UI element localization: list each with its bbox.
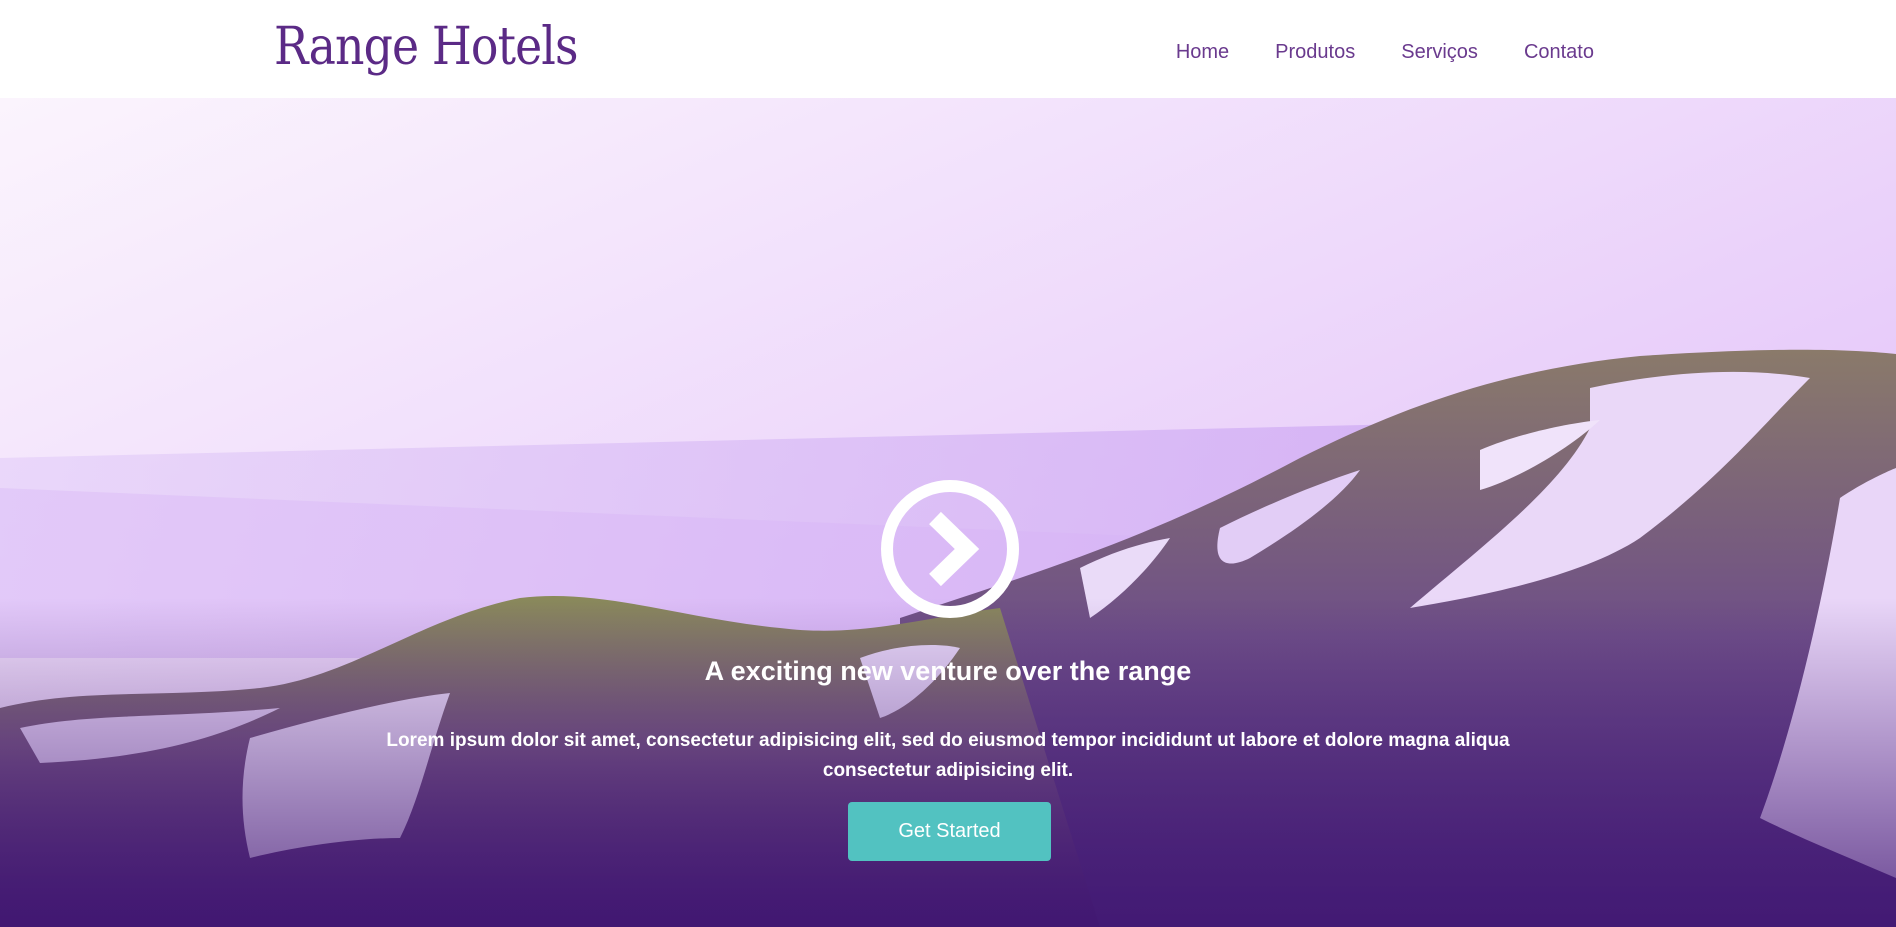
main-nav: Home Produtos Serviços Contato — [1130, 38, 1594, 66]
hero-headline: A exciting new venture over the range — [704, 656, 1192, 686]
nav-item-servicos[interactable]: Serviços — [1401, 38, 1478, 66]
hero-section: A exciting new venture over the range Lo… — [0, 98, 1896, 927]
get-started-button[interactable]: Get Started — [848, 802, 1051, 861]
chevron-circle-right-icon[interactable] — [879, 478, 1021, 620]
nav-item-home[interactable]: Home — [1176, 38, 1229, 66]
logo-text: Range Hotels — [274, 17, 579, 77]
site-header: Range Hotels Home Produtos Serviços Cont… — [0, 0, 1896, 98]
nav-item-contato[interactable]: Contato — [1524, 38, 1594, 66]
logo[interactable]: Range Hotels — [274, 14, 579, 80]
hero-subtext: Lorem ipsum dolor sit amet, consectetur … — [386, 730, 1510, 781]
nav-item-produtos[interactable]: Produtos — [1275, 38, 1355, 66]
